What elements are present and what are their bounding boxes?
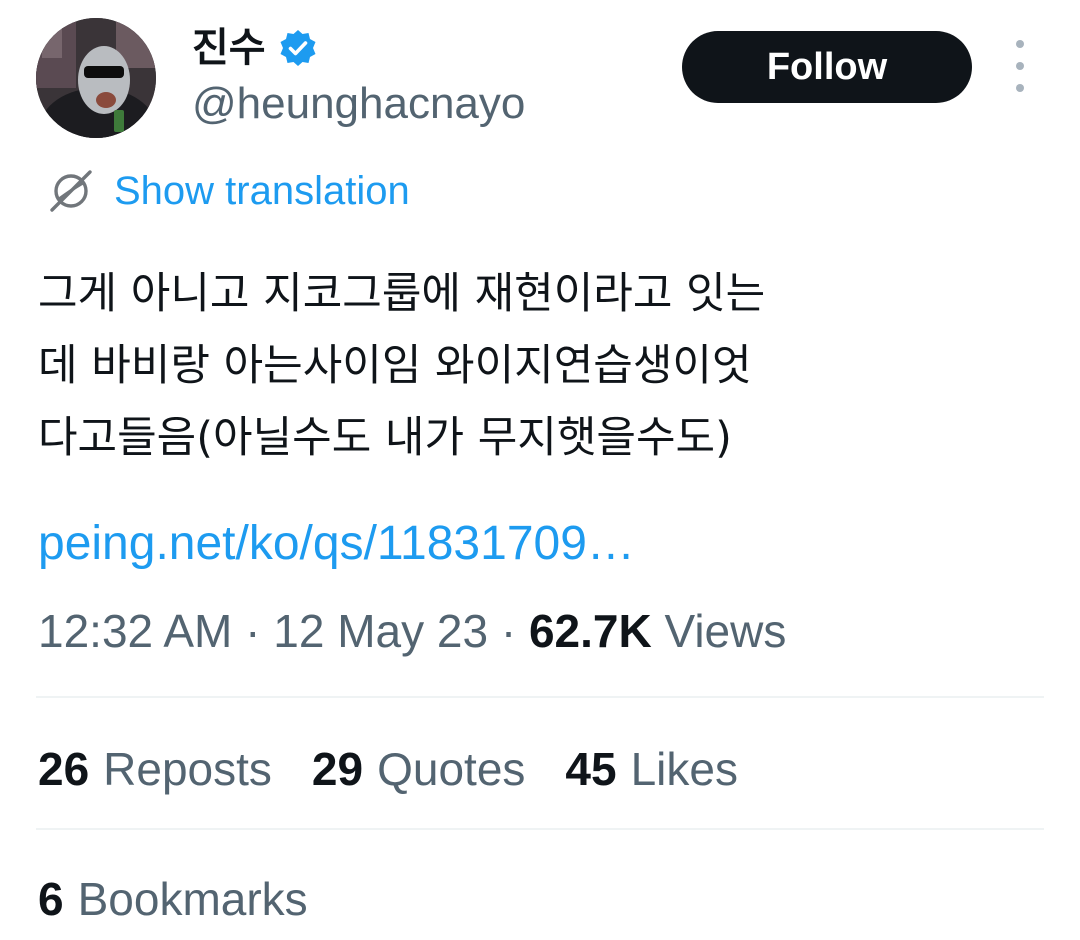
quotes-label: Quotes: [377, 743, 526, 795]
bookmarks-count: 6: [38, 873, 64, 925]
bookmarks-label: Bookmarks: [77, 873, 308, 925]
bookmarks-stat[interactable]: 6 Bookmarks: [38, 872, 308, 926]
likes-stat[interactable]: 45 Likes: [565, 742, 738, 796]
likes-label: Likes: [630, 743, 738, 795]
bookmarks-stats: 6 Bookmarks: [38, 866, 308, 932]
show-translation-button[interactable]: Show translation: [46, 166, 410, 216]
author-name-row[interactable]: 진수: [192, 20, 318, 76]
divider: [36, 696, 1044, 698]
reposts-stat[interactable]: 26 Reposts: [38, 742, 272, 796]
views-count: 62.7K: [528, 605, 652, 657]
author-handle[interactable]: @heunghacnayo: [192, 82, 525, 126]
engagement-stats: 26 Reposts 29 Quotes 45 Likes: [38, 736, 738, 802]
meta-separator: ·: [232, 605, 274, 657]
author-display-name[interactable]: 진수: [192, 28, 266, 68]
show-translation-label: Show translation: [114, 169, 410, 213]
quotes-stat[interactable]: 29 Quotes: [312, 742, 525, 796]
views-label: Views: [664, 605, 787, 657]
tweet-meta: 12:32 AM · 12 May 23 · 62.7K Views: [38, 598, 786, 664]
reposts-label: Reposts: [103, 743, 272, 795]
tweet-link[interactable]: peing.net/ko/qs/11831709…: [38, 508, 635, 580]
tweet-time[interactable]: 12:32 AM: [38, 605, 232, 657]
tweet-text: 그게 아니고 지코그룹에 재현이라고 잇는 데 바비랑 아는사이임 와이지연습생…: [38, 269, 766, 463]
reposts-count: 26: [38, 743, 90, 795]
avatar-image: [36, 18, 156, 138]
meta-separator: ·: [488, 605, 529, 657]
verified-badge-icon: [280, 30, 316, 66]
translate-globe-icon: [50, 170, 92, 212]
avatar[interactable]: [36, 18, 156, 138]
quotes-count: 29: [311, 743, 364, 795]
more-options-button[interactable]: [1002, 40, 1038, 92]
tweet-date[interactable]: 12 May 23: [273, 605, 488, 657]
likes-count: 45: [565, 743, 617, 795]
follow-button[interactable]: Follow: [682, 31, 972, 103]
more-vertical-icon: [1016, 40, 1024, 48]
divider: [36, 828, 1044, 830]
